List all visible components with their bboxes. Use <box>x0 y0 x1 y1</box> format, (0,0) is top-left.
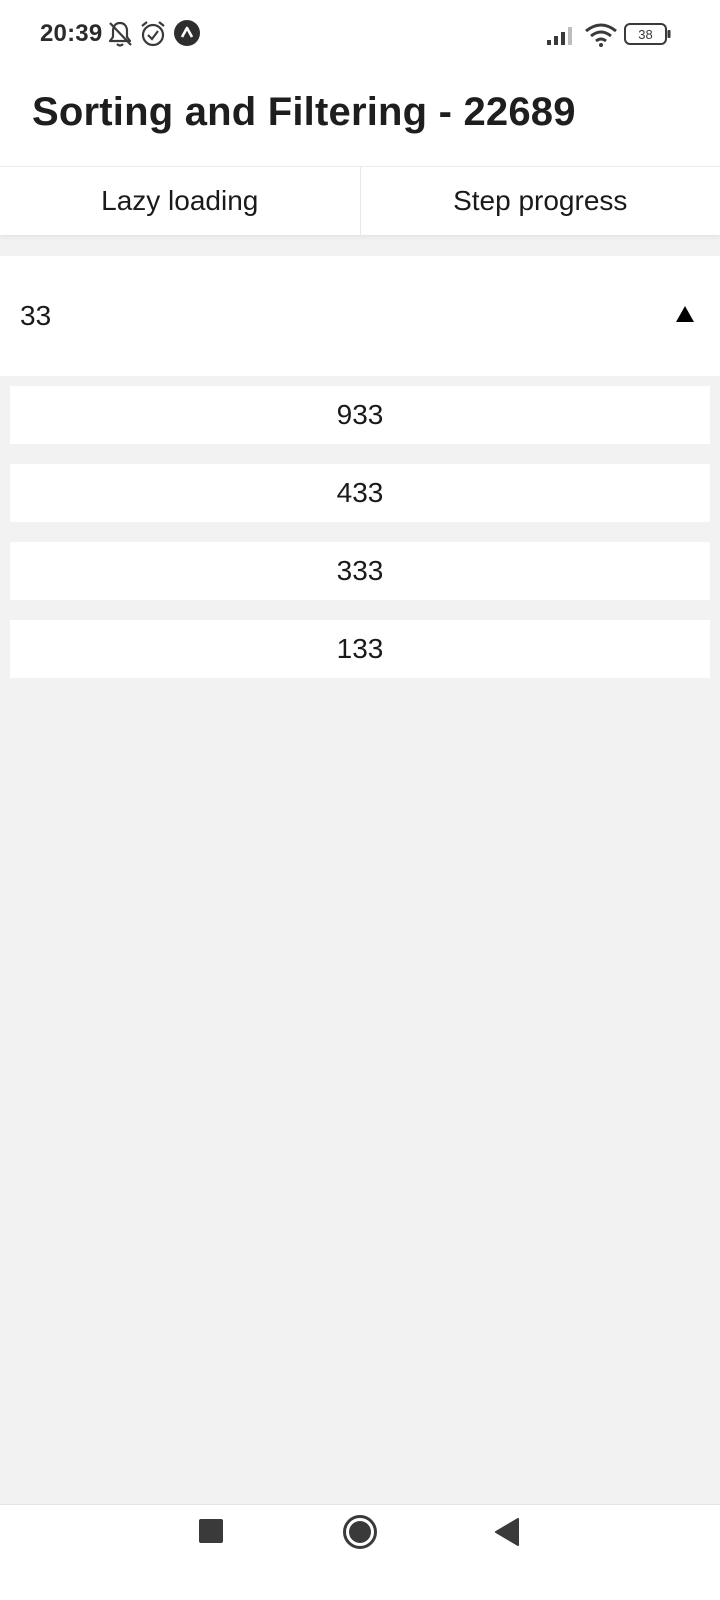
recents-square-icon[interactable] <box>198 1518 224 1544</box>
page-title: Sorting and Filtering - 22689 <box>32 90 576 134</box>
tab-bar: Lazy loading Step progress <box>0 166 720 236</box>
select-option[interactable]: 133 <box>10 620 710 678</box>
battery-icon: 38 <box>624 22 672 46</box>
app-screen: 20:39 38 Sorting and Filtering - 22689 L… <box>0 0 720 1600</box>
select-option[interactable]: 333 <box>10 542 710 600</box>
select-toggle[interactable]: 33 <box>0 256 720 376</box>
triangle-up-icon[interactable] <box>675 304 695 324</box>
signal-icon <box>546 24 576 46</box>
battery-level: 38 <box>638 27 652 42</box>
home-circle-icon[interactable] <box>342 1514 378 1550</box>
tab-step-progress[interactable]: Step progress <box>359 167 720 235</box>
alarm-icon <box>139 20 167 48</box>
wifi-icon <box>584 22 618 48</box>
status-time: 20:39 <box>40 20 103 47</box>
app-notification-icon <box>173 19 201 47</box>
status-bar: 20:39 38 <box>0 0 720 68</box>
system-nav-bar <box>0 1504 720 1600</box>
notifications-off-icon <box>107 20 133 48</box>
back-triangle-icon[interactable] <box>494 1518 520 1546</box>
select-current-value: 33 <box>20 300 52 331</box>
select-option[interactable]: 933 <box>10 386 710 444</box>
select-option[interactable]: 433 <box>10 464 710 522</box>
app-header: Sorting and Filtering - 22689 <box>0 68 720 166</box>
select-options-list: 933 433 333 133 <box>10 386 710 698</box>
tab-lazy-loading[interactable]: Lazy loading <box>0 167 360 235</box>
